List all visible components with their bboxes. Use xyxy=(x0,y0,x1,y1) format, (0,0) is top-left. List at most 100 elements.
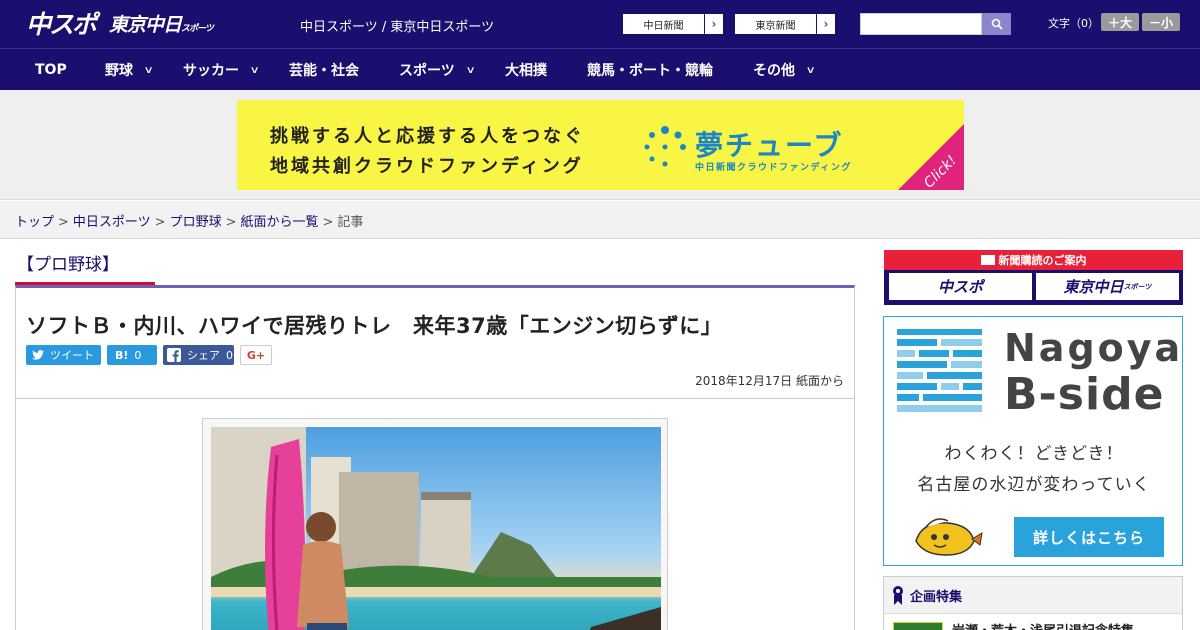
subscribe-chuspo-logo[interactable]: 中スポ xyxy=(888,272,1033,301)
twitter-icon xyxy=(32,350,44,360)
ad-brand-sub: 中日新聞クラウドファンディング xyxy=(695,163,852,173)
article-divider xyxy=(16,398,854,399)
breadcrumb-separator: > xyxy=(154,215,166,230)
ad-brand: 夢チューブ xyxy=(695,129,844,162)
chevron-right-icon: › xyxy=(711,17,717,31)
article-date: 2018年12月17日 xyxy=(695,374,793,388)
nav-label: その他 xyxy=(753,63,795,79)
search-button[interactable] xyxy=(982,13,1011,35)
nav-item-other[interactable]: その他 ∨ xyxy=(753,49,816,91)
breadcrumb: トップ > 中日スポーツ > プロ野球 > 紙面から一覧 > 記事 xyxy=(15,211,363,230)
font-smaller-button[interactable]: －小 xyxy=(1142,13,1180,31)
article: ソフトＢ・内川、ハワイで居残りトレ 来年37歳「エンジン切らずに」 ツイート B… xyxy=(15,285,855,630)
hatena-icon: B! xyxy=(115,348,129,362)
feature-thumbnail xyxy=(893,622,943,630)
subscription-banner[interactable]: 新聞購読のご案内 中スポ 東京中日 スポーツ xyxy=(884,250,1183,305)
category-heading: 【プロ野球】 xyxy=(15,250,853,286)
subscription-title: 新聞購読のご案内 xyxy=(884,250,1183,270)
nav-item-entertainment[interactable]: 芸能・社会 xyxy=(289,49,359,91)
google-plus-icon: G+ xyxy=(246,348,266,362)
hatena-bookmark-button[interactable]: B! 0 xyxy=(107,345,157,365)
feature-item[interactable]: 岩瀬・荒木・浅尾引退記念特集 xyxy=(884,613,1182,630)
search-input[interactable] xyxy=(860,13,982,35)
chevron-right-icon: › xyxy=(823,17,829,31)
nav-item-top[interactable]: TOP xyxy=(35,49,67,91)
paper-link-label: 中日新聞 xyxy=(623,14,705,34)
nav-item-racing[interactable]: 競馬・ボート・競輪 xyxy=(587,49,713,91)
site-logo[interactable]: 中スポ 東京中日スポーツ xyxy=(26,5,214,41)
breadcrumb-separator: > xyxy=(58,215,69,230)
tokyo-logo-text: 東京中日 xyxy=(109,13,182,36)
category-label: 【プロ野球】 xyxy=(17,255,119,275)
ad-area: 挑戦する人と応援する人をつなぐ 地域共創クラウドファンディング 夢チューブ 中日… xyxy=(0,90,1200,200)
ad-line-1: 挑戦する人と応援する人をつなぐ xyxy=(270,126,585,147)
main-nav: TOP 野球 ∨ サッカー ∨ 芸能・社会 スポーツ ∨ 大相撲 競馬・ボート・競輪 … xyxy=(0,48,1200,90)
nav-item-sumo[interactable]: 大相撲 xyxy=(505,49,547,91)
chevron-down-icon: ∨ xyxy=(465,64,476,76)
subscribe-tokyo-small: スポーツ xyxy=(1123,282,1152,291)
facebook-share-count: 0 xyxy=(226,348,233,362)
fried-shrimp-mascot-icon xyxy=(915,518,983,556)
hatena-count: 0 xyxy=(134,348,142,362)
subscription-title-text: 新聞購読のご案内 xyxy=(998,254,1087,267)
breadcrumb-current: 記事 xyxy=(337,215,364,230)
bside-title-nagoya: Nagoya xyxy=(1004,326,1184,370)
nav-label: TOP xyxy=(35,62,67,78)
subscribe-tokyo-text: 東京中日 xyxy=(1063,278,1124,296)
feature-heading-text: 企画特集 xyxy=(910,589,963,605)
nav-item-baseball[interactable]: 野球 ∨ xyxy=(105,49,154,91)
feature-item-title[interactable]: 岩瀬・荒木・浅尾引退記念特集 xyxy=(952,620,1134,630)
article-meta: 2018年12月17日 紙面から xyxy=(695,372,844,389)
font-size-label: 文字（0） xyxy=(1048,17,1099,30)
chevron-down-icon: ∨ xyxy=(249,64,260,76)
font-larger-button[interactable]: ＋大 xyxy=(1101,13,1139,31)
breadcrumb-link-chunichi-sports[interactable]: 中日スポーツ xyxy=(73,215,151,230)
site-header: 中スポ 東京中日スポーツ 中日スポーツ / 東京中日スポーツ 中日新聞 › 東京… xyxy=(0,0,1200,48)
facebook-share-button[interactable]: シェア 0 xyxy=(163,345,234,365)
ad-line-2: 地域共創クラウドファンディング xyxy=(270,156,584,177)
bside-copy-1: わくわく！どきどき！ xyxy=(944,444,1124,464)
nav-label: 大相撲 xyxy=(505,63,547,79)
nav-item-sports[interactable]: スポーツ ∨ xyxy=(399,49,476,91)
subscribe-tokyo-logo[interactable]: 東京中日 スポーツ xyxy=(1035,272,1180,301)
breadcrumb-bar: トップ > 中日スポーツ > プロ野球 > 紙面から一覧 > 記事 xyxy=(0,201,1200,239)
bside-details-button[interactable]: 詳しくはこちら xyxy=(1014,517,1164,557)
facebook-share-label: シェア xyxy=(187,349,220,362)
search-icon xyxy=(991,18,1003,30)
breadcrumb-link-paper-list[interactable]: 紙面から一覧 xyxy=(241,215,319,230)
nav-label: 競馬・ボート・競輪 xyxy=(587,63,713,79)
nav-label: サッカー xyxy=(183,63,239,79)
dots-logo-icon xyxy=(644,126,686,167)
nagoya-bside-ad[interactable]: Nagoya B-side わくわく！どきどき！ 名古屋の水辺が変わっていく 詳… xyxy=(883,316,1183,566)
tweet-label: ツイート xyxy=(50,349,94,362)
chevron-down-icon: ∨ xyxy=(805,64,816,76)
article-headline: ソフトＢ・内川、ハワイで居残りトレ 来年37歳「エンジン切らずに」 xyxy=(26,314,723,338)
ribbon-icon xyxy=(893,586,903,605)
bside-copy-2: 名古屋の水辺が変わっていく xyxy=(917,475,1151,495)
beach-photo-illustration xyxy=(211,427,661,630)
tokyo-shimbun-link[interactable]: 東京新聞 › xyxy=(734,13,836,35)
facebook-icon xyxy=(167,348,181,362)
crowdfunding-ad-banner[interactable]: 挑戦する人と応援する人をつなぐ 地域共創クラウドファンディング 夢チューブ 中日… xyxy=(237,100,964,190)
nav-label: スポーツ xyxy=(399,63,455,79)
breadcrumb-separator: > xyxy=(322,215,334,230)
nav-label: 野球 xyxy=(105,63,133,79)
feature-section: 企画特集 岩瀬・荒木・浅尾引退記念特集 xyxy=(883,576,1183,630)
breadcrumb-link-top[interactable]: トップ xyxy=(15,215,54,230)
bside-title-bside: B-side xyxy=(1004,369,1165,420)
tokyo-chunichi-logo[interactable]: 東京中日スポーツ xyxy=(109,10,214,37)
site-links[interactable]: 中日スポーツ / 東京中日スポーツ xyxy=(300,16,494,35)
article-photo-frame xyxy=(202,418,668,630)
chuspo-logo[interactable]: 中スポ xyxy=(26,5,97,41)
brick-wall-icon xyxy=(897,329,982,412)
google-plus-button[interactable]: G+ xyxy=(240,345,272,365)
paper-link-label: 東京新聞 xyxy=(735,14,817,34)
article-photo[interactable] xyxy=(211,427,661,630)
tweet-button[interactable]: ツイート xyxy=(26,345,101,365)
chunichi-shimbun-link[interactable]: 中日新聞 › xyxy=(622,13,724,35)
breadcrumb-link-pro-baseball[interactable]: プロ野球 xyxy=(170,215,222,230)
nav-item-soccer[interactable]: サッカー ∨ xyxy=(183,49,260,91)
breadcrumb-separator: > xyxy=(225,215,237,230)
newspaper-icon xyxy=(980,255,995,265)
feature-heading: 企画特集 xyxy=(892,585,962,605)
